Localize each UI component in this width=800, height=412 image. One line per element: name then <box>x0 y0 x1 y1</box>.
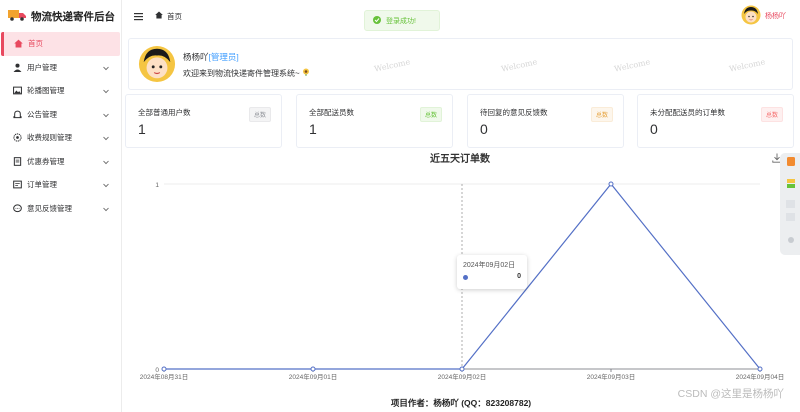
tooltip-value: 0 <box>517 273 521 280</box>
stat-value: 0 <box>480 121 488 137</box>
watermark: Welcome <box>613 57 652 74</box>
stat-card-users: 全部普通用户数 1 总数 <box>125 94 282 148</box>
sidebar-item-label: 意见反馈管理 <box>27 203 72 213</box>
watermark: Welcome <box>728 57 767 74</box>
x-tick-label: 2024年09月02日 <box>438 372 486 381</box>
toast-text: 登录成功! <box>386 17 416 25</box>
sidebar-item[interactable]: 优惠券管理 <box>0 150 121 174</box>
stat-label: 全部配送员数 <box>309 108 354 117</box>
chevron-down-icon <box>103 205 109 214</box>
stat-label: 未分配配送员的订单数 <box>650 108 725 117</box>
chevron-down-icon <box>103 111 109 120</box>
sidebar-item[interactable]: 公告管理 <box>0 103 121 127</box>
stat-value: 1 <box>309 121 317 137</box>
home-icon <box>14 39 23 48</box>
side-toolbar[interactable] <box>780 153 800 255</box>
tooltip-date: 2024年09月02日 <box>463 262 516 269</box>
welcome-avatar <box>138 45 176 85</box>
watermark: Welcome <box>373 57 412 74</box>
top-header: 首页 <box>122 0 800 32</box>
chevron-down-icon <box>103 64 109 73</box>
data-point <box>161 366 167 372</box>
breadcrumb-home[interactable]: 首页 <box>167 11 182 22</box>
welcome-message: 欢迎来到物流快递寄件管理系统~ <box>183 68 310 79</box>
stat-value: 0 <box>650 121 658 137</box>
csdn-watermark: CSDN @这里是杨杨吖 <box>677 388 784 400</box>
sidebar-item-label: 公告管理 <box>27 109 57 119</box>
stat-card-feedback: 待回复的意见反馈数 0 总数 <box>467 94 624 148</box>
sidebar: 物流快递寄件后台 首页用户管理轮播图管理公告管理收费规则管理 优惠券管理订单管理意… <box>0 0 122 412</box>
sidebar-item-label: 首页 <box>28 39 43 49</box>
chat-icon <box>13 204 22 213</box>
truck-logo-icon <box>8 9 26 23</box>
stat-tag: 总数 <box>248 107 271 122</box>
sunflower-icon <box>302 68 310 78</box>
stat-label: 全部普通用户数 <box>138 108 191 117</box>
stat-value: 1 <box>138 121 146 137</box>
sidebar-item-label: 轮播图管理 <box>27 86 65 96</box>
stat-label: 待回复的意见反馈数 <box>480 108 548 117</box>
chevron-down-icon <box>103 87 109 96</box>
brand: 物流快递寄件后台 <box>0 0 121 32</box>
brand-title: 物流快递寄件后台 <box>31 10 115 23</box>
sidebar-item-label: 收费规则管理 <box>27 133 72 143</box>
chevron-down-icon <box>103 134 109 143</box>
x-tick-label: 2024年09月01日 <box>289 372 337 381</box>
welcome-name-line: 杨杨吖[管理员] <box>183 51 239 63</box>
stat-card-unassigned: 未分配配送员的订单数 0 总数 <box>637 94 794 148</box>
welcome-role: [管理员] <box>208 52 239 62</box>
chevron-down-icon <box>103 181 109 190</box>
stat-tag: 总数 <box>590 107 613 122</box>
sidebar-item-label: 优惠券管理 <box>27 156 65 166</box>
app-root: 物流快递寄件后台 首页用户管理轮播图管理公告管理收费规则管理 优惠券管理订单管理意… <box>0 0 800 412</box>
user-menu[interactable]: 杨杨吖 <box>741 5 786 27</box>
home-icon <box>155 11 163 21</box>
x-tick-label: 2024年09月04日 <box>736 372 784 381</box>
image-icon <box>13 86 22 95</box>
sidebar-menu: 首页用户管理轮播图管理公告管理收费规则管理 优惠券管理订单管理意见反馈管理 <box>0 32 121 220</box>
document-icon <box>13 156 22 166</box>
sidebar-item[interactable]: 首页 <box>1 32 120 56</box>
chevron-down-icon <box>103 158 109 167</box>
welcome-card: 杨杨吖[管理员] 欢迎来到物流快递寄件管理系统~ Welcome Welcome… <box>128 38 793 90</box>
gear-icon <box>13 133 22 142</box>
bell-icon <box>13 110 22 119</box>
sidebar-item[interactable]: 轮播图管理 <box>0 79 121 103</box>
sidebar-item-label: 用户管理 <box>27 62 57 72</box>
watermark: Welcome <box>500 57 539 74</box>
breadcrumb: 首页 <box>155 11 182 22</box>
stat-tag: 总数 <box>419 107 442 122</box>
y-tick-label: 0 <box>155 367 159 374</box>
stat-card-couriers: 全部配送员数 1 总数 <box>296 94 453 148</box>
welcome-user-name: 杨杨吖 <box>183 52 209 62</box>
data-point <box>310 366 316 372</box>
hamburger-icon[interactable] <box>134 12 143 21</box>
x-tick-label: 2024年09月03日 <box>587 372 635 381</box>
sidebar-item[interactable]: 收费规则管理 <box>0 126 121 150</box>
avatar <box>741 5 761 27</box>
user-icon <box>13 63 22 72</box>
x-tick-label: 2024年08月31日 <box>140 372 188 381</box>
stat-tag: 总数 <box>760 107 783 122</box>
tooltip-series-dot <box>463 275 468 280</box>
data-point <box>459 366 465 372</box>
data-point <box>757 366 763 372</box>
sidebar-item-label: 订单管理 <box>27 180 57 190</box>
login-success-toast: 登录成功! <box>364 10 440 31</box>
chart-tooltip: 2024年09月02日 0 <box>457 255 527 289</box>
y-tick-label: 1 <box>155 182 159 189</box>
sidebar-item[interactable]: 用户管理 <box>0 56 121 80</box>
chart-title: 近五天订单数 <box>430 154 490 165</box>
order-icon <box>13 180 22 189</box>
sidebar-item[interactable]: 订单管理 <box>0 173 121 197</box>
check-circle-icon <box>373 15 381 26</box>
sidebar-item[interactable]: 意见反馈管理 <box>0 197 121 221</box>
welcome-message-text: 欢迎来到物流快递寄件管理系统~ <box>183 69 300 78</box>
header-user-name[interactable]: 杨杨吖 <box>765 11 786 21</box>
data-point <box>608 181 614 187</box>
